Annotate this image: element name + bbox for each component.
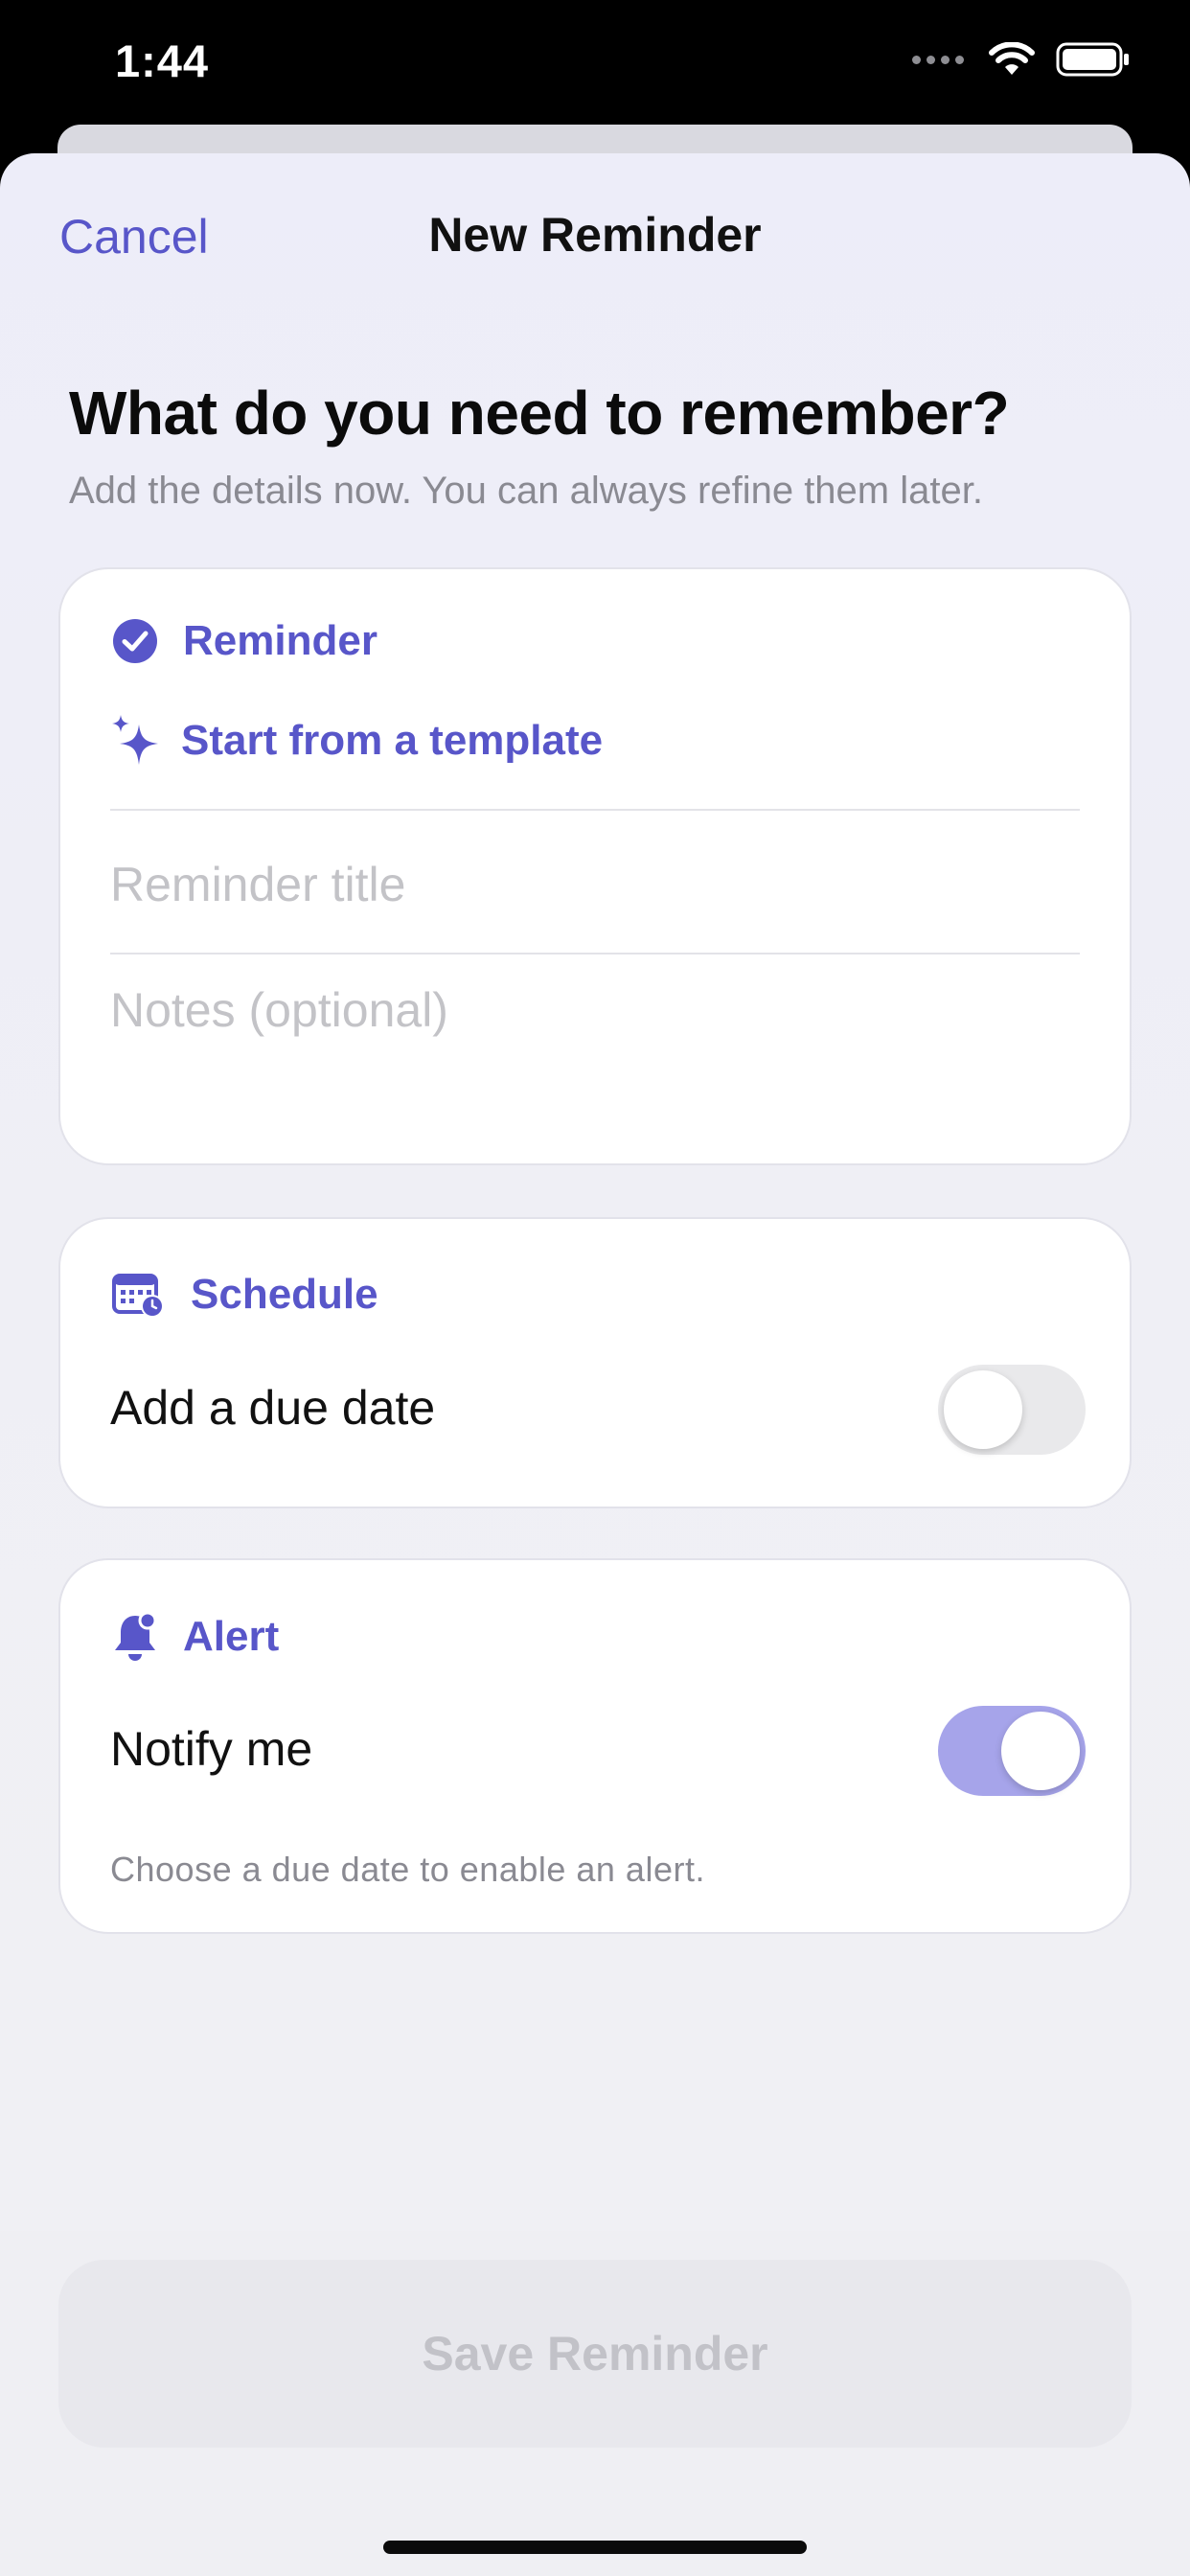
alert-helper-text: Choose a due date to enable an alert. [110, 1850, 705, 1889]
status-bar: 1:44 [0, 0, 1190, 134]
due-date-label: Add a due date [110, 1381, 436, 1435]
schedule-section-header: Schedule [112, 1271, 378, 1319]
schedule-card: Schedule Add a due date [58, 1217, 1132, 1508]
home-indicator [383, 2541, 807, 2554]
page-title: What do you need to remember? [69, 379, 1010, 448]
nav-title: New Reminder [428, 208, 762, 262]
start-from-template-button[interactable]: Start from a template [112, 715, 603, 767]
due-date-toggle[interactable] [938, 1365, 1086, 1455]
toggle-knob [944, 1370, 1022, 1449]
divider [110, 809, 1080, 811]
checkmark-circle-icon [113, 619, 157, 663]
reminder-title-input[interactable] [110, 841, 1084, 928]
notify-me-toggle[interactable] [938, 1706, 1086, 1796]
new-reminder-sheet: Cancel New Reminder What do you need to … [0, 153, 1190, 2576]
schedule-section-label: Schedule [191, 1271, 378, 1318]
wifi-icon [989, 42, 1035, 75]
screen: 1:44 Cancel New Reminder What do you nee… [0, 0, 1190, 2576]
template-label: Start from a template [181, 717, 604, 764]
notes-input[interactable] [110, 981, 1084, 1125]
reminder-card: Reminder Start from a template [58, 567, 1132, 1165]
status-icons [912, 42, 1131, 77]
reminder-section-label: Reminder [183, 617, 378, 664]
toggle-knob [1001, 1712, 1080, 1790]
alert-section-header: Alert [112, 1612, 279, 1662]
battery-icon [1056, 42, 1129, 77]
status-time: 1:44 [115, 35, 210, 86]
calendar-clock-icon [112, 1274, 164, 1318]
save-reminder-button[interactable]: Save Reminder [58, 2260, 1132, 2448]
bell-icon [115, 1612, 157, 1661]
alert-section-label: Alert [183, 1613, 280, 1660]
page-subtitle: Add the details now. You can always refi… [69, 470, 983, 512]
sparkles-icon [112, 715, 158, 765]
alert-card: Alert Notify me Choose a due date to ena… [58, 1558, 1132, 1934]
cellular-icon [912, 55, 964, 64]
reminder-section-header: Reminder [112, 617, 378, 665]
divider [110, 953, 1080, 954]
notify-me-label: Notify me [110, 1722, 313, 1776]
